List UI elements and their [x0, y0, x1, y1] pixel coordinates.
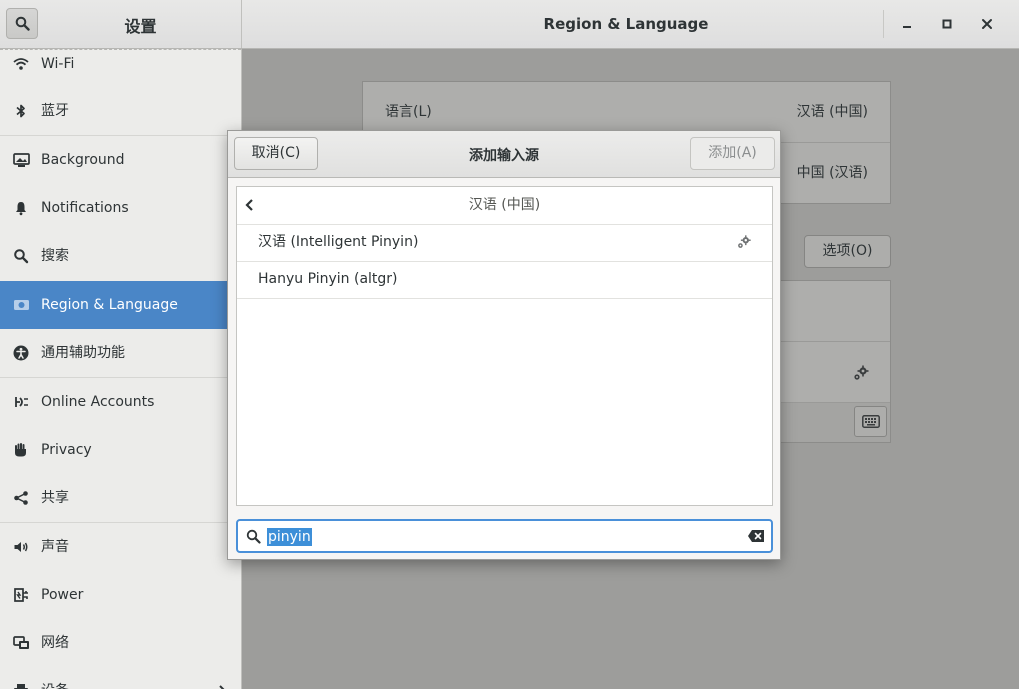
sidebar-item-wifi[interactable]: Wi-Fi — [0, 49, 241, 88]
sidebar-item-notifications[interactable]: Notifications — [0, 184, 241, 232]
sidebar-item-label: Privacy — [41, 442, 92, 458]
header-separator — [883, 10, 884, 38]
wifi-icon — [12, 55, 30, 73]
bluetooth-icon — [12, 102, 30, 120]
close-icon — [982, 19, 992, 29]
list-item-label: Hanyu Pinyin (altgr) — [258, 271, 398, 287]
sidebar-item-label: 设备 — [41, 667, 69, 689]
sidebar-item-label: Wi-Fi — [41, 56, 75, 72]
sidebar-item-online-accounts[interactable]: Online Accounts — [0, 378, 241, 426]
search-input-value[interactable]: pinyin — [267, 528, 312, 546]
sidebar-item-power[interactable]: Power — [0, 571, 241, 619]
sidebar-item-accessibility[interactable]: 通用辅助功能 — [0, 329, 241, 377]
chevron-right-icon — [219, 685, 225, 689]
sidebar: Wi-Fi 蓝牙 Background Notifications 搜索 Reg… — [0, 49, 242, 689]
sidebar-item-label: Background — [41, 152, 125, 168]
minimize-icon — [903, 26, 911, 28]
cancel-button[interactable]: 取消(C) — [234, 137, 318, 170]
sidebar-item-label: Online Accounts — [41, 394, 155, 410]
input-source-list: 汉语 (中国) 汉语 (Intelligent Pinyin) Hanyu Pi… — [236, 186, 773, 506]
region-flag-icon — [12, 296, 30, 314]
search-input[interactable]: pinyin — [236, 519, 773, 553]
options-button[interactable]: 选项(O) — [804, 235, 891, 268]
sidebar-item-sharing[interactable]: 共享 — [0, 474, 241, 522]
keyboard-layout-button[interactable] — [854, 406, 887, 437]
sidebar-item-label: 网络 — [41, 635, 69, 651]
speaker-icon — [12, 538, 30, 556]
sidebar-item-background[interactable]: Background — [0, 136, 241, 184]
list-header[interactable]: 汉语 (中国) — [237, 187, 772, 225]
printer-icon — [12, 682, 30, 689]
sidebar-item-label: Power — [41, 587, 84, 603]
online-accounts-icon — [12, 393, 30, 411]
maximize-button[interactable] — [937, 14, 957, 34]
formats-value: 中国 (汉语) — [796, 165, 868, 181]
search-icon — [15, 16, 30, 31]
sidebar-item-label: Notifications — [41, 200, 129, 216]
list-header-title: 汉语 (中国) — [468, 197, 541, 213]
dialog-header: 取消(C) 添加输入源 添加(A) — [228, 131, 780, 178]
bell-icon — [12, 199, 30, 217]
language-value: 汉语 (中国) — [796, 104, 868, 120]
sidebar-item-label: 声音 — [41, 539, 69, 555]
sidebar-item-label: 共享 — [41, 490, 69, 506]
power-plug-icon — [12, 586, 30, 604]
sidebar-title: 设置 — [124, 17, 157, 36]
dialog-title: 添加输入源 — [469, 148, 539, 164]
hand-icon — [12, 441, 30, 459]
sidebar-item-sound[interactable]: 声音 — [0, 523, 241, 571]
minimize-button[interactable] — [897, 14, 917, 34]
sidebar-header: 设置 — [0, 0, 242, 48]
background-icon — [12, 151, 30, 169]
sidebar-item-search[interactable]: 搜索 — [0, 232, 241, 280]
sidebar-item-network[interactable]: 网络 — [0, 619, 241, 667]
share-icon — [12, 489, 30, 507]
sidebar-item-label: Region & Language — [41, 297, 178, 313]
clear-text-icon[interactable] — [747, 529, 765, 543]
close-button[interactable] — [977, 14, 997, 34]
sidebar-item-label: 通用辅助功能 — [41, 345, 125, 361]
search-button[interactable] — [6, 8, 38, 39]
sidebar-item-devices[interactable]: 设备 — [0, 667, 241, 689]
list-item[interactable]: 汉语 (Intelligent Pinyin) — [237, 224, 772, 262]
add-button[interactable]: 添加(A) — [690, 137, 775, 170]
sidebar-item-label: 搜索 — [41, 248, 69, 264]
sidebar-item-bluetooth[interactable]: 蓝牙 — [0, 87, 241, 135]
add-input-source-dialog: 取消(C) 添加输入源 添加(A) 汉语 (中国) 汉语 (Intelligen… — [227, 130, 781, 560]
list-item[interactable]: Hanyu Pinyin (altgr) — [237, 261, 772, 299]
search-icon — [12, 247, 30, 265]
gear-icon[interactable] — [852, 364, 870, 382]
maximize-icon — [942, 19, 952, 29]
search-icon — [246, 529, 261, 544]
keyboard-icon — [862, 415, 880, 428]
sidebar-item-privacy[interactable]: Privacy — [0, 426, 241, 474]
sidebar-item-region-language[interactable]: Region & Language — [0, 281, 241, 329]
window-title: Region & Language — [543, 15, 709, 33]
accessibility-icon — [12, 344, 30, 362]
sidebar-item-label: 蓝牙 — [41, 103, 69, 119]
list-item-label: 汉语 (Intelligent Pinyin) — [258, 234, 419, 250]
header-bar: 设置 Region & Language — [0, 0, 1019, 49]
network-icon — [12, 634, 30, 652]
settings-window: 设置 Region & Language Wi-Fi 蓝牙 Background… — [0, 0, 1019, 689]
gear-icon — [738, 235, 751, 248]
